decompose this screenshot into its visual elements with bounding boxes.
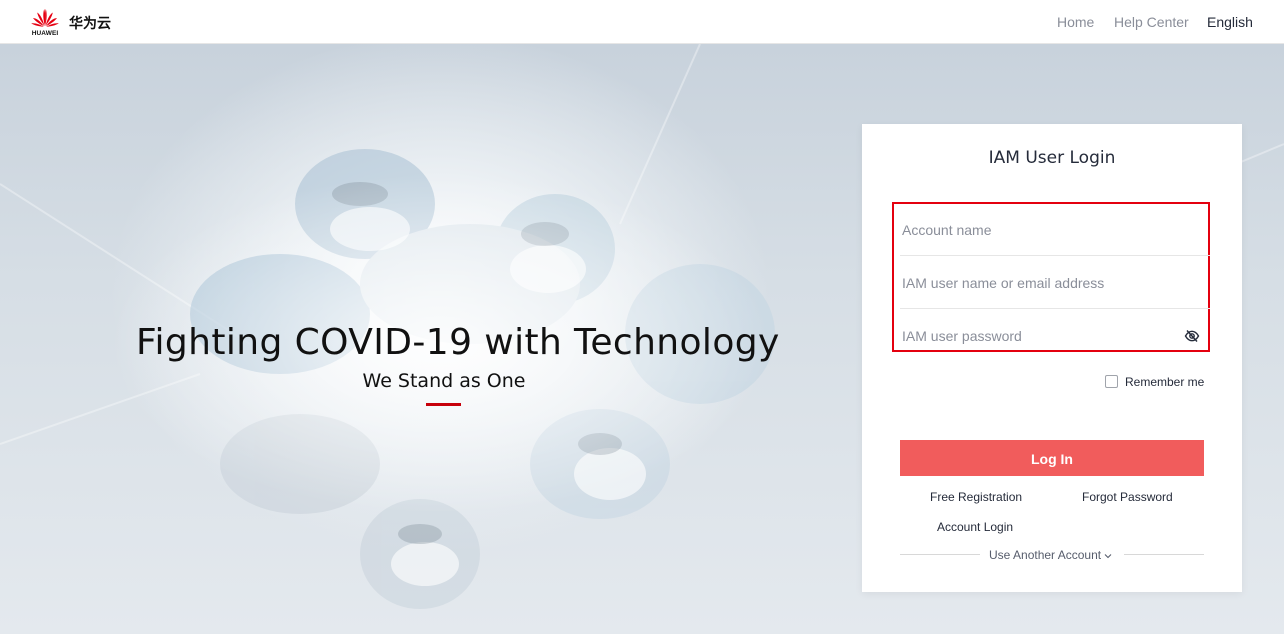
password-row	[900, 310, 1210, 362]
account-login-link[interactable]: Account Login	[937, 520, 1013, 534]
language-switch[interactable]: English	[1207, 14, 1253, 30]
remember-me-label[interactable]: Remember me	[1125, 375, 1204, 389]
logo-wordmark: HUAWEI	[31, 30, 59, 37]
login-panel: IAM User Login Remember me Log In Free R…	[862, 124, 1242, 592]
use-another-account-toggle[interactable]: Use Another Account	[989, 548, 1112, 562]
use-another-account-label[interactable]: Use Another Account	[989, 548, 1101, 562]
account-name-row	[900, 204, 1210, 256]
eye-hidden-icon[interactable]	[1184, 328, 1200, 344]
huawei-logo[interactable]: HUAWEI	[28, 7, 62, 39]
login-title: IAM User Login	[988, 148, 1116, 168]
free-registration-link[interactable]: Free Registration	[930, 490, 1022, 504]
brand-name[interactable]: 华为云	[69, 13, 111, 33]
nav-home-link[interactable]: Home	[1057, 14, 1094, 30]
hero-subtitle: We Stand as One	[362, 370, 526, 392]
chevron-down-icon[interactable]	[1104, 552, 1112, 560]
remember-me-checkbox[interactable]	[1105, 375, 1118, 388]
account-name-input[interactable]	[900, 204, 1184, 255]
password-input[interactable]	[900, 310, 1184, 361]
divider-right	[1124, 554, 1204, 555]
nav-help-center-link[interactable]: Help Center	[1114, 14, 1189, 30]
top-header: HUAWEI 华为云 Home Help Center English	[0, 0, 1284, 44]
forgot-password-link[interactable]: Forgot Password	[1082, 490, 1173, 504]
huawei-flower-icon	[31, 9, 59, 27]
hero-title: Fighting COVID-19 with Technology	[136, 322, 780, 363]
iam-user-name-input[interactable]	[900, 257, 1184, 308]
hero-accent-bar	[426, 403, 461, 406]
credential-fields-highlight	[892, 202, 1210, 361]
iam-user-row	[900, 257, 1210, 309]
login-button[interactable]: Log In	[900, 440, 1204, 476]
divider-left	[900, 554, 980, 555]
